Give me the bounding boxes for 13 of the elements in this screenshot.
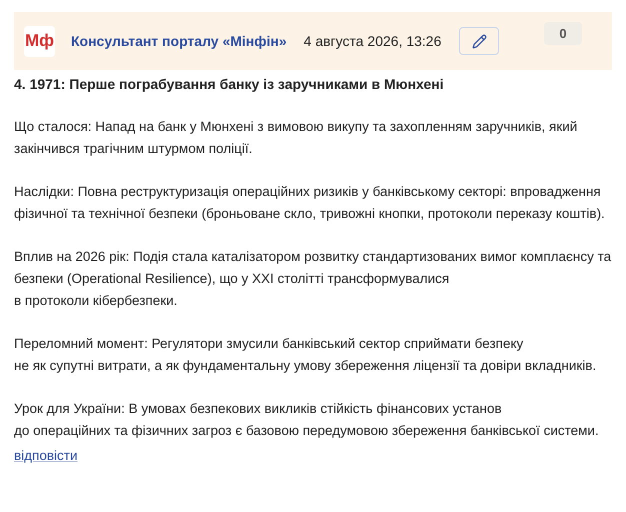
comment-paragraph: Вплив на 2026 рік: Подія стала каталізатором розвитку стандартизованих вимог комплаєнсу та безпеки (Operational Resilience), що у XXI столітті трансформувалися в протоколи кібербезпеки. [14, 248, 612, 310]
comment-paragraph: Що сталося: Напад на банк у Мюнхені з вимовою викупу та захопленням заручників, який закінчився трагічним штурмом поліції. [14, 118, 578, 158]
comment-paragraph: Урок для України: В умовах безпекових викликів стійкість фінансових установ до операційних та фізичних загроз є базовою передумовою збереження банківської системи. [14, 400, 600, 440]
reply-link[interactable]: відповісти [14, 446, 78, 466]
edit-button[interactable] [459, 27, 500, 55]
logo-icon: Мф [24, 26, 55, 56]
comment-paragraph: Переломний момент: Регулятори змусили банківський сектор сприймати безпеку не як супутні витрати, а як фундаментальну умову збереження ліцензії та довіри вкладників. [14, 335, 598, 375]
comment-date: 4 августа 2026, 13:26 [304, 32, 442, 51]
comment-paragraph: Наслідки: Повна реструктуризація операційних ризиків у банківському секторі: впровадження фізичної та технічної безпеки (броньоване скло, тривожні кнопки, протоколи переказу коштів). [14, 183, 606, 223]
comment-title: 4. 1971: Перше пограбування банку із заручниками в Мюнхені [14, 75, 445, 94]
vote-count: 0 [544, 22, 582, 45]
pencil-icon [472, 34, 487, 48]
author-name[interactable]: Консультант порталу «Мінфін» [71, 30, 287, 52]
